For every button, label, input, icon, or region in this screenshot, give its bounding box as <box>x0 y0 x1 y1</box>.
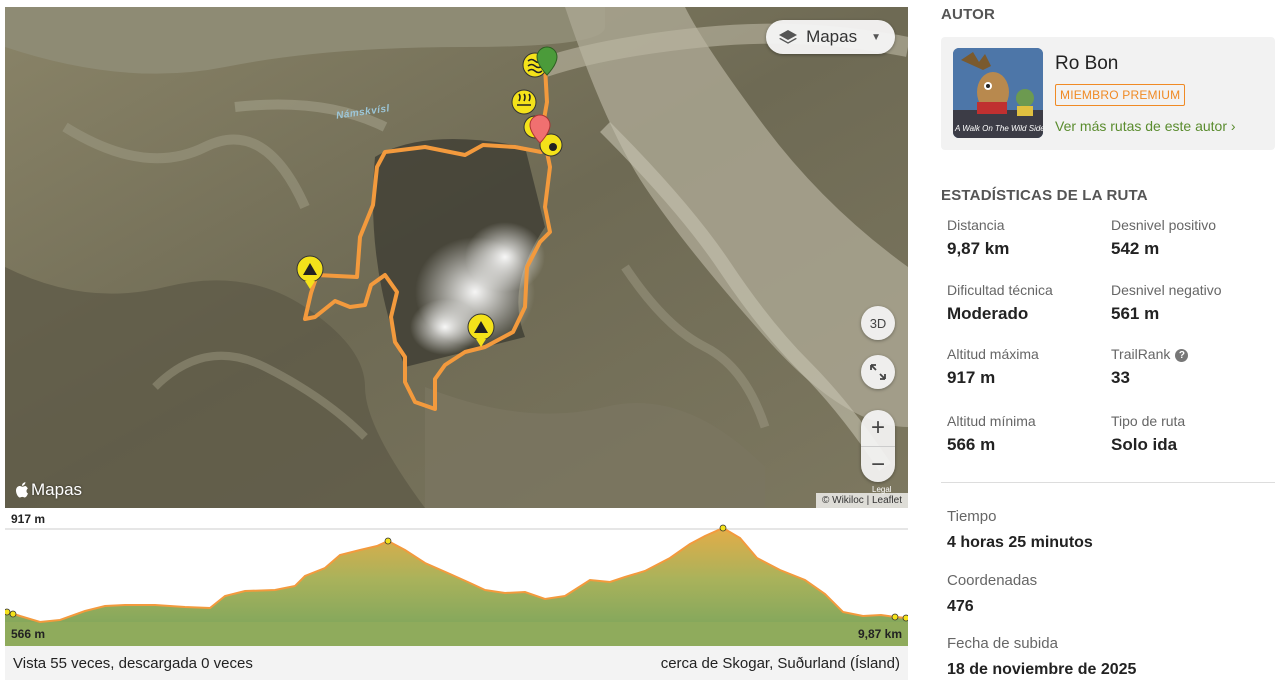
divider <box>941 482 1275 483</box>
stat-label: TrailRank? <box>1111 346 1271 362</box>
info-value: 476 <box>947 598 974 615</box>
stat-label: Distancia <box>947 217 1005 233</box>
map-footer: Vista 55 veces, descargada 0 veces cerca… <box>5 646 908 680</box>
stat-value: Moderado <box>947 304 1029 323</box>
author-section-title: AUTOR <box>941 6 996 23</box>
map-attribution: © Wikiloc | Leaflet <box>816 493 908 508</box>
stat-distance: Distancia 9,87 km <box>947 217 1107 259</box>
stat-technical-difficulty: Dificultad técnica Moderado <box>947 282 1107 324</box>
elevation-waypoint <box>902 614 908 622</box>
location-text: cerca de Skogar, Suðurland (Ísland) <box>660 654 900 672</box>
author-more-routes-link[interactable]: Ver más rutas de este autor › <box>1055 118 1236 134</box>
route-page: Námskvísl Mapas ▼ 3D + − Legal Mapas © W… <box>0 0 1280 689</box>
trailrank-label: TrailRank <box>1111 346 1171 362</box>
layers-icon <box>779 30 798 44</box>
stat-label: Altitud mínima <box>947 413 1036 429</box>
map-layers-button[interactable]: Mapas ▼ <box>766 20 895 54</box>
author-card[interactable]: A Walk On The Wild Side Ro Bon MIEMBRO P… <box>941 37 1275 150</box>
stat-max-altitude: Altitud máxima 917 m <box>947 346 1107 388</box>
stat-label: Desnivel negativo <box>1111 282 1222 298</box>
avatar[interactable]: A Walk On The Wild Side <box>953 48 1043 138</box>
zoom-out-button[interactable]: − <box>861 446 895 482</box>
stat-value: 9,87 km <box>947 239 1010 258</box>
elevation-chart <box>5 524 908 646</box>
stat-label: Desnivel positivo <box>1111 217 1217 233</box>
info-value: 18 de noviembre de 2025 <box>947 661 1137 678</box>
zoom-in-button[interactable]: + <box>861 410 895 446</box>
map-3d-button[interactable]: 3D <box>861 306 895 340</box>
map-brand-logo: Mapas <box>15 480 82 500</box>
stat-label: Dificultad técnica <box>947 282 1053 298</box>
stat-trailrank: TrailRank? 33 <box>1111 346 1271 388</box>
stat-value: 33 <box>1111 368 1130 387</box>
info-time: Tiempo 4 horas 25 minutos <box>947 508 1093 552</box>
zoom-controls: + − <box>861 410 895 482</box>
info-upload-date: Fecha de subida 18 de noviembre de 2025 <box>947 635 1136 679</box>
info-label: Coordenadas <box>947 572 1038 589</box>
elevation-distance-label: 9,87 km <box>857 627 902 641</box>
stat-route-type: Tipo de ruta Solo ida <box>1111 413 1271 455</box>
stat-value: 542 m <box>1111 239 1160 258</box>
map-brand-label: Mapas <box>31 480 83 499</box>
info-label: Fecha de subida <box>947 635 1058 652</box>
elevation-base <box>5 622 908 646</box>
stat-value: 566 m <box>947 435 996 454</box>
elevation-waypoint <box>384 537 392 545</box>
avatar-caption: A Walk On The Wild Side <box>955 124 1043 133</box>
satellite-terrain <box>5 7 908 508</box>
elevation-max-label: 917 m <box>11 512 46 526</box>
stat-min-altitude: Altitud mínima 566 m <box>947 413 1107 455</box>
elevation-min-label: 566 m <box>11 627 46 641</box>
views-counter: Vista 55 veces, descargada 0 veces <box>13 654 253 672</box>
info-label: Tiempo <box>947 508 997 525</box>
fullscreen-button[interactable] <box>861 355 895 389</box>
stat-value: 561 m <box>1111 304 1160 323</box>
info-coordinates: Coordenadas 476 <box>947 572 1037 616</box>
author-name[interactable]: Ro Bon <box>1055 53 1118 75</box>
elevation-waypoint <box>891 613 899 621</box>
hot-spring-waypoint-icon[interactable] <box>511 89 537 115</box>
elevation-profile[interactable]: 917 m 566 m 9,87 km <box>5 508 908 646</box>
chevron-down-icon: ▼ <box>871 31 881 43</box>
stat-value: 917 m <box>947 368 996 387</box>
stats-section-title: ESTADÍSTICAS DE LA RUTA <box>941 187 1148 204</box>
elevation-waypoint <box>719 524 727 532</box>
map-layers-label: Mapas <box>806 27 858 46</box>
premium-badge: MIEMBRO PREMIUM <box>1055 84 1186 106</box>
expand-icon <box>870 364 886 380</box>
help-icon[interactable]: ? <box>1175 349 1189 362</box>
elevation-area <box>5 528 908 622</box>
stat-value: Solo ida <box>1111 435 1178 454</box>
stat-label: Tipo de ruta <box>1111 413 1186 429</box>
elevation-waypoint <box>5 608 11 616</box>
attribution-leaflet[interactable]: Leaflet <box>872 495 902 506</box>
elevation-waypoint <box>9 610 17 618</box>
stat-label: Altitud máxima <box>947 346 1039 362</box>
info-value: 4 horas 25 minutos <box>947 534 1093 551</box>
route-map[interactable]: Námskvísl Mapas ▼ 3D + − Legal Mapas © W… <box>5 7 908 508</box>
attribution-wikiloc[interactable]: © Wikiloc <box>822 495 864 506</box>
stat-elevation-gain: Desnivel positivo 542 m <box>1111 217 1271 259</box>
apple-icon <box>16 482 28 498</box>
stat-elevation-loss: Desnivel negativo 561 m <box>1111 282 1271 324</box>
